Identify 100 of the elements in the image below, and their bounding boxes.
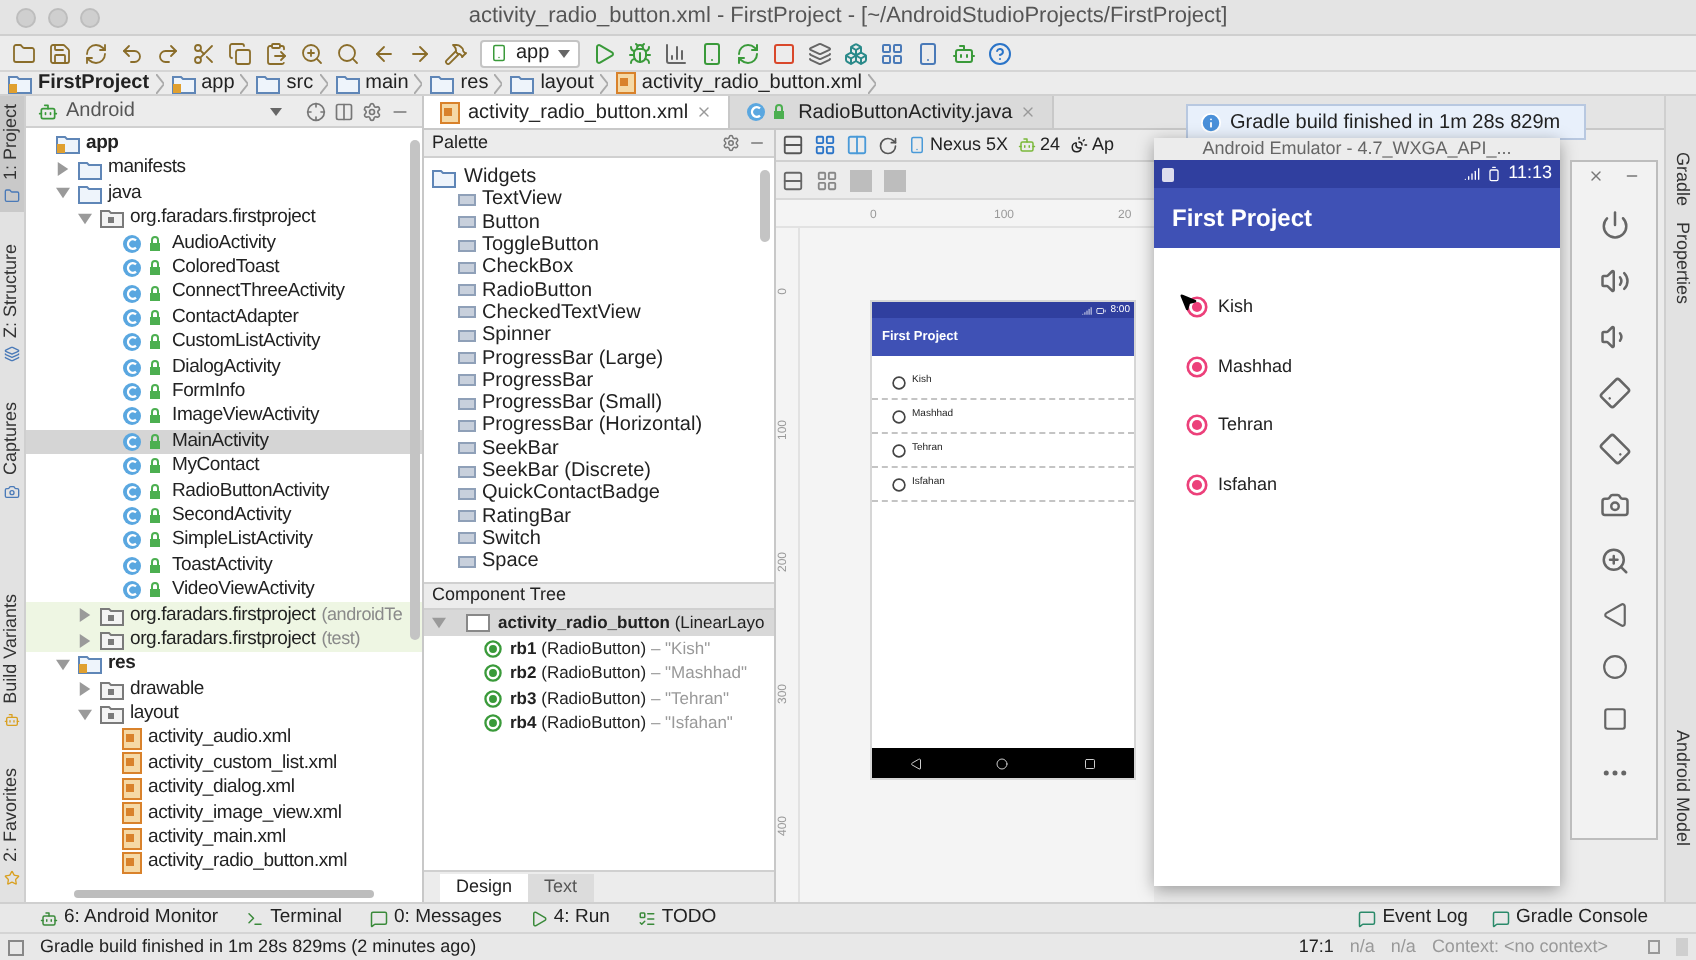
settings-icon[interactable] [362, 101, 382, 121]
device-dropdown[interactable]: Nexus 5X [908, 131, 1009, 159]
tree-item[interactable]: activity_audio.xml [148, 724, 291, 754]
component-tree-item[interactable]: rb2 (RadioButton) – "Mashhad" [510, 660, 748, 687]
tool-window-tab[interactable]: 2: Favorites [0, 759, 24, 894]
tree-item[interactable]: ImageViewActivity [172, 402, 320, 432]
tree-item[interactable]: MyContact [172, 452, 260, 481]
tool-window-button[interactable]: 6: Android Monitor [40, 903, 219, 933]
home-nav-icon[interactable] [996, 757, 1009, 769]
tool-window-button[interactable]: Terminal [246, 903, 343, 933]
design-mode-tab[interactable]: Text [528, 874, 594, 902]
layout-tool-icon[interactable] [782, 169, 804, 191]
both-views-icon[interactable] [846, 134, 868, 156]
close-icon[interactable] [1588, 168, 1604, 184]
collapsed-caret-icon[interactable] [78, 633, 92, 647]
breadcrumb-item[interactable]: main [365, 68, 409, 98]
breadcrumb-item[interactable]: FirstProject [38, 68, 150, 98]
tree-item[interactable]: org.faradars.firstproject [130, 625, 316, 655]
breadcrumb-item[interactable]: layout [540, 68, 594, 98]
paste-icon[interactable] [264, 41, 288, 65]
tree-item[interactable]: org.faradars.firstproject [130, 204, 316, 233]
radio-unchecked-icon[interactable] [892, 375, 906, 389]
tool-windows-toggle-icon[interactable] [8, 939, 24, 955]
collapsed-caret-icon[interactable] [78, 682, 92, 697]
close-tab-icon[interactable] [696, 104, 713, 120]
tree-item[interactable]: ToastActivity [172, 551, 273, 580]
folder-icon[interactable] [12, 41, 36, 65]
settings-icon[interactable] [722, 134, 740, 152]
zoom-icon[interactable] [1599, 546, 1629, 576]
api-level-dropdown[interactable]: 24 [1018, 131, 1061, 159]
tree-item[interactable]: org.faradars.firstproject [130, 601, 316, 630]
tree-item[interactable]: VideoViewActivity [172, 576, 315, 605]
bug-icon[interactable] [627, 41, 652, 65]
sdk-icon[interactable] [807, 41, 832, 65]
tree-item[interactable]: FormInfo [172, 377, 245, 407]
tree-item[interactable]: SimpleListActivity [172, 526, 313, 556]
tree-item[interactable]: java [108, 179, 142, 209]
expanded-caret-icon[interactable] [56, 657, 70, 672]
editor-tab[interactable]: activity_radio_button.xml [424, 96, 731, 128]
apply-changes-icon[interactable] [735, 41, 760, 65]
tree-item[interactable]: manifests [108, 154, 186, 184]
camera-icon[interactable] [1599, 490, 1629, 520]
back-nav-icon[interactable] [909, 757, 922, 769]
tree-item[interactable]: SecondActivity [172, 501, 292, 531]
run-icon[interactable] [591, 41, 616, 65]
radio-checked-icon[interactable] [1186, 473, 1208, 496]
power-icon[interactable] [1599, 210, 1629, 240]
radio-unchecked-icon[interactable] [892, 409, 906, 423]
tool-window-tab[interactable]: Captures [0, 394, 24, 508]
run-config-dropdown[interactable]: app [480, 39, 580, 67]
expanded-caret-icon[interactable] [78, 211, 92, 226]
volume-down-icon[interactable] [1599, 322, 1629, 352]
design-view-icon[interactable] [782, 134, 804, 156]
copy-icon[interactable] [228, 41, 252, 65]
tool-window-button[interactable]: 4: Run [529, 903, 610, 933]
help-icon[interactable] [987, 41, 1012, 65]
component-tree-item[interactable]: rb3 (RadioButton) – "Tehran" [510, 685, 730, 712]
breadcrumb-item[interactable]: app [201, 68, 235, 98]
home-icon[interactable] [1601, 654, 1627, 680]
tree-item[interactable]: AudioActivity [172, 229, 276, 258]
tool-window-button[interactable]: Event Log [1358, 903, 1468, 933]
avd-icon[interactable] [915, 41, 940, 65]
save-icon[interactable] [48, 41, 72, 65]
design-mode-tab[interactable]: Design [440, 874, 529, 902]
tree-item[interactable]: DialogActivity [172, 353, 281, 382]
blueprint-view-icon[interactable] [814, 134, 836, 156]
overview-icon[interactable] [1601, 706, 1627, 732]
overview-nav-icon[interactable] [1084, 757, 1097, 769]
collapsed-caret-icon[interactable] [78, 608, 92, 623]
orientation-icon[interactable] [878, 135, 898, 155]
chart-icon[interactable] [663, 41, 688, 65]
layout-tool-icon[interactable] [816, 169, 838, 191]
radio-checked-icon[interactable] [1186, 355, 1208, 378]
tool-window-button[interactable]: Gradle Console [1491, 903, 1648, 933]
theme-dropdown[interactable]: Ap [1070, 131, 1115, 159]
tree-item[interactable]: activity_custom_list.xml [148, 749, 337, 779]
android-icon[interactable] [951, 41, 976, 65]
tool-window-tab[interactable]: Build Variants [0, 586, 24, 736]
expanded-caret-icon[interactable] [78, 707, 92, 722]
breadcrumb-item[interactable]: activity_radio_button.xml [641, 68, 862, 98]
breadcrumb-item[interactable]: res [460, 68, 489, 98]
tree-item[interactable]: activity_image_view.xml [148, 799, 342, 828]
hammer-icon[interactable] [444, 41, 468, 65]
editor-tab[interactable]: RadioButtonActivity.java [730, 96, 1055, 128]
tool-window-tab[interactable]: 1: Project [0, 96, 24, 213]
tree-item[interactable]: activity_radio_button.xml [148, 848, 348, 878]
forward-icon[interactable] [408, 41, 432, 65]
device-icon[interactable] [699, 41, 724, 65]
tool-window-button[interactable]: 0: Messages [370, 903, 502, 933]
collapse-icon[interactable] [334, 101, 354, 121]
tree-item[interactable]: ConnectThreeActivity [172, 278, 345, 308]
tree-item[interactable]: activity_dialog.xml [148, 774, 295, 803]
tree-item[interactable]: activity_main.xml [148, 824, 286, 853]
scroll-from-source-icon[interactable] [306, 101, 326, 121]
close-tab-icon[interactable] [1020, 104, 1037, 120]
stop-icon[interactable] [771, 41, 796, 65]
tool-window-tab[interactable]: Android Model [1666, 729, 1696, 846]
component-tree-item[interactable]: rb1 (RadioButton) – "Kish" [510, 635, 711, 662]
expanded-caret-icon[interactable] [56, 186, 70, 201]
redo-icon[interactable] [156, 41, 180, 65]
